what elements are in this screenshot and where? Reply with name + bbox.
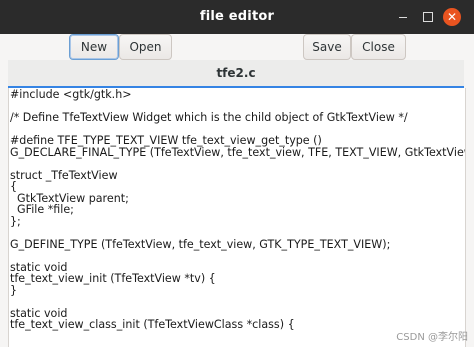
code-line[interactable] <box>10 296 465 308</box>
code-text[interactable]: #include <gtk/gtk.h> /* Define TfeTextVie… <box>10 89 465 331</box>
code-line[interactable]: GFile *file; <box>10 204 465 216</box>
code-line[interactable]: struct _TfeTextView <box>10 169 465 182</box>
title-bar[interactable]: file editor ✕ <box>0 0 474 34</box>
tab-bar: tfe2.c <box>8 60 464 88</box>
tab-tfe2-c[interactable]: tfe2.c <box>8 66 464 80</box>
toolbar: New Open Save Close <box>0 34 474 60</box>
code-line[interactable]: G_DECLARE_FINAL_TYPE (TfeTextView, tfe_t… <box>10 146 465 159</box>
close-button[interactable]: Close <box>351 34 406 60</box>
code-line[interactable] <box>10 250 465 262</box>
code-line[interactable]: #include <gtk/gtk.h> <box>10 89 465 101</box>
watermark: CSDN @李尔阳 <box>396 332 468 343</box>
save-button[interactable]: Save <box>303 34 351 60</box>
code-line[interactable]: { <box>10 181 465 193</box>
code-line[interactable]: } <box>10 284 465 297</box>
minimize-icon[interactable] <box>396 10 410 24</box>
open-button[interactable]: Open <box>119 34 172 60</box>
close-icon[interactable]: ✕ <box>443 8 461 26</box>
code-line[interactable]: G_DEFINE_TYPE (TfeTextView, tfe_text_vie… <box>10 238 465 251</box>
maximize-icon[interactable] <box>421 10 435 24</box>
app-window: file editor ✕ New Open Save Close tfe2.c… <box>0 0 474 347</box>
code-line[interactable] <box>10 158 465 170</box>
code-line[interactable] <box>10 227 465 239</box>
code-line[interactable]: /* Define TfeTextView Widget which is th… <box>10 112 465 124</box>
code-line[interactable]: tfe_text_view_init (TfeTextView *tv) { <box>10 273 465 285</box>
code-line[interactable]: GtkTextView parent; <box>10 192 465 205</box>
text-editor[interactable]: #include <gtk/gtk.h> /* Define TfeTextVie… <box>8 88 466 347</box>
code-line[interactable]: }; <box>10 215 465 228</box>
new-button[interactable]: New <box>69 34 119 60</box>
code-line[interactable]: #define TFE_TYPE_TEXT_VIEW tfe_text_view… <box>10 135 465 147</box>
